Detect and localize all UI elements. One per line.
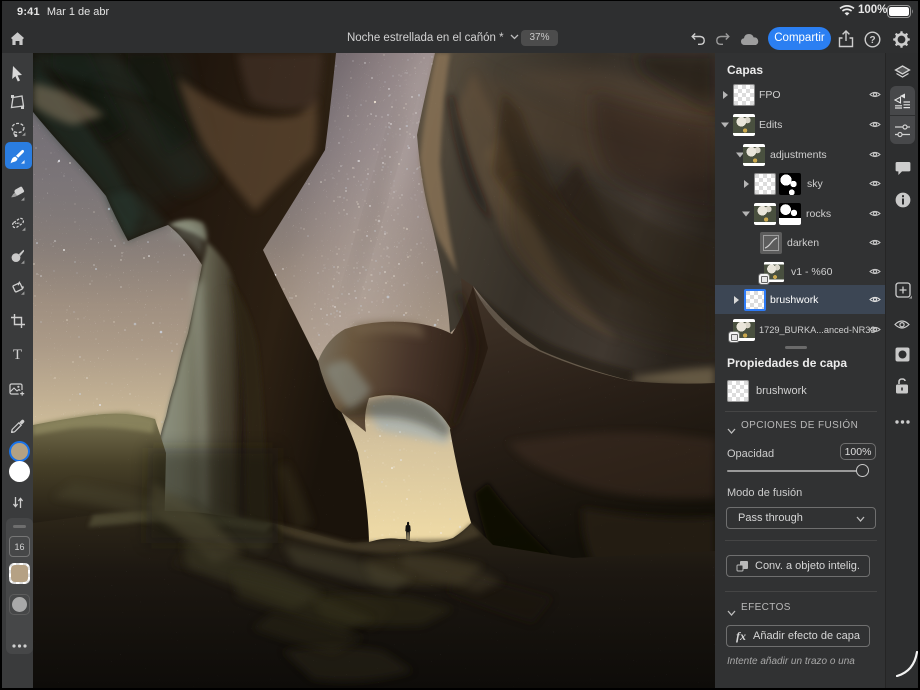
svg-text:?: ? [869, 35, 875, 46]
svg-text:T: T [13, 347, 22, 361]
